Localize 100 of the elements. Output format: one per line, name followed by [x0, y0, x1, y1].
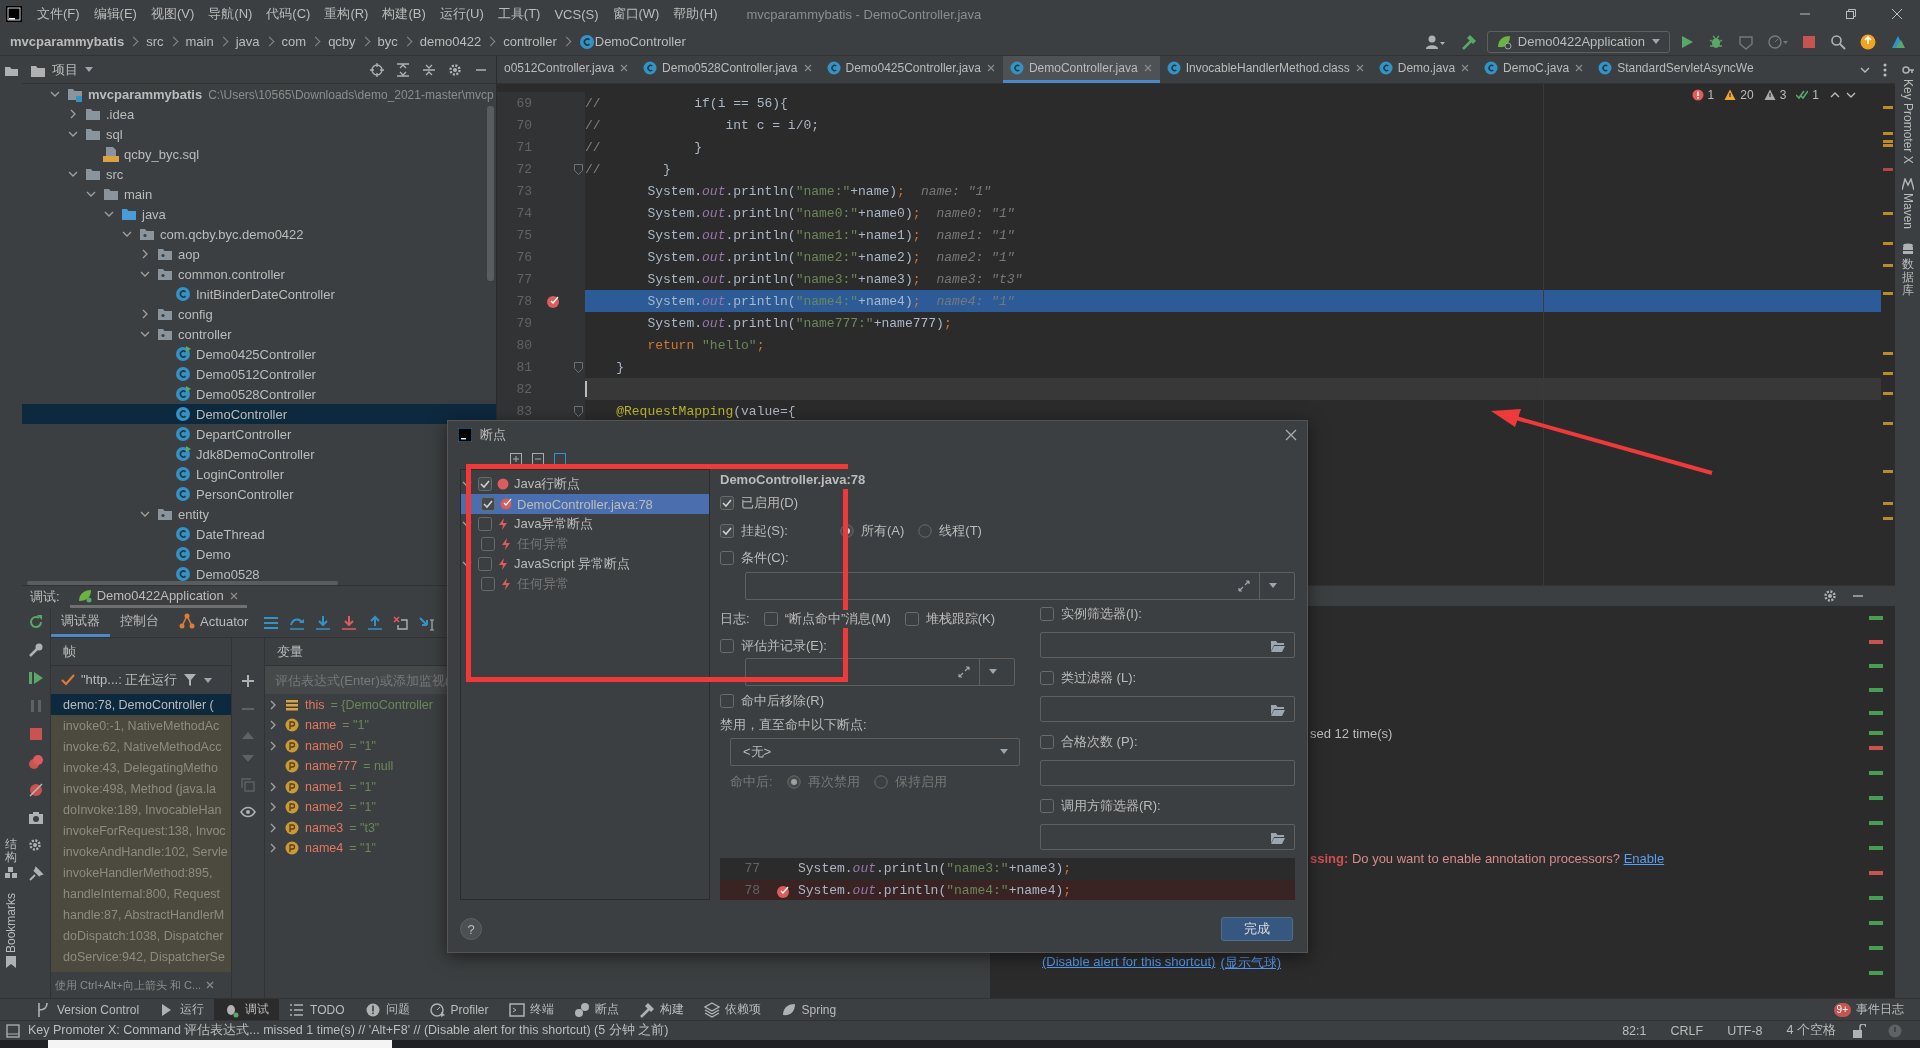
menu-item[interactable]: 编辑(E) [86, 5, 144, 23]
tool-window-tab[interactable]: 调试 [214, 999, 280, 1020]
checkbox-label[interactable]: “断点命中”消息(M) [784, 609, 891, 628]
tree-item[interactable]: DateThread [22, 524, 265, 544]
menu-item[interactable]: 工具(T) [490, 5, 548, 23]
tree-item[interactable]: Demo0528 [22, 564, 260, 584]
event-log-button[interactable]: 9+ 事件日志 [1817, 999, 1920, 1020]
variable-entry[interactable]: name2 = "1" [305, 800, 376, 814]
tree-item[interactable]: entity [22, 504, 210, 524]
tree-item[interactable]: LoginController [22, 464, 285, 484]
checkbox-label[interactable]: 实例筛选器(I): [1061, 604, 1142, 623]
tree-item[interactable]: .idea [22, 104, 135, 124]
tree-item[interactable]: sql [22, 124, 123, 144]
tool-window-tab[interactable]: 依赖项 [693, 999, 771, 1020]
breadcrumb[interactable]: demo0422 [419, 34, 482, 49]
variable-entry[interactable]: name1 = "1" [305, 779, 376, 794]
tool-window-tab[interactable]: 问题 [354, 999, 420, 1020]
status-item[interactable]: CRLF [1662, 1023, 1712, 1038]
checkbox-label[interactable]: 命中后移除(R) [741, 691, 825, 710]
tool-window-tab[interactable]: Profiler [419, 999, 499, 1020]
checkbox-label[interactable]: 评估并记录(E): [741, 636, 827, 655]
tree-item[interactable]: JavaScript 异常断点 [461, 554, 709, 574]
radio-label[interactable]: 所有(A) [861, 521, 905, 540]
breadcrumb[interactable]: mvcparammybatis [10, 34, 125, 49]
breadcrumb[interactable]: java [235, 34, 260, 49]
tool-window-tab[interactable]: 构建 [628, 999, 694, 1020]
tool-window-tab[interactable]: 运行 [149, 999, 215, 1020]
checkbox-label[interactable]: 调用方筛选器(R): [1061, 796, 1161, 815]
tree-item[interactable]: Demo0512Controller [22, 364, 316, 384]
checkbox-label[interactable]: 类过滤器 (L): [1061, 668, 1137, 687]
link[interactable]: (Disable alert for this shortcut) [1042, 954, 1216, 972]
menu-item[interactable]: 导航(N) [201, 5, 260, 23]
link[interactable]: (显示气球) [1220, 954, 1282, 972]
link[interactable]: Enable [1623, 851, 1665, 866]
menu-item[interactable]: 窗口(W) [605, 5, 667, 23]
editor-tab[interactable]: Demo0528Controller.java [636, 56, 820, 83]
thread-dropdown[interactable]: "http...: 正在运行 [51, 666, 231, 694]
breadcrumb[interactable]: main [185, 34, 214, 49]
breadcrumb[interactable]: byc [377, 34, 398, 49]
menu-item[interactable]: VCS(S) [547, 6, 606, 22]
tab[interactable]: 调试器 [51, 608, 110, 637]
checkbox-label[interactable]: 合格次数 (P): [1061, 732, 1138, 751]
done-button[interactable]: 完成 [1221, 917, 1293, 941]
tree-item[interactable]: Java异常断点 [461, 514, 709, 534]
tool-window-button[interactable]: Maven [1900, 192, 1915, 229]
tree-item[interactable]: Jdk8DemoController [22, 444, 315, 464]
tree-item[interactable]: src [22, 164, 124, 184]
breadcrumb[interactable]: src [146, 34, 164, 49]
tree-item[interactable]: DemoController [22, 404, 496, 424]
tool-window-button[interactable]: 数据库 [1901, 257, 1914, 298]
editor-tab[interactable]: Demo.java [1371, 56, 1478, 83]
editor-tab[interactable]: DemoController.java [1002, 56, 1160, 83]
breakpoint-dropdown[interactable]: <无> [730, 737, 1020, 766]
help-button[interactable]: ? [460, 918, 482, 940]
tree-item[interactable]: Demo [22, 544, 231, 564]
status-item[interactable]: UTF-8 [1719, 1023, 1771, 1038]
menu-item[interactable]: 运行(U) [432, 5, 491, 23]
breadcrumb[interactable]: qcby [328, 34, 356, 49]
tree-item[interactable]: controller [22, 324, 232, 344]
menu-item[interactable]: 帮助(H) [666, 5, 725, 23]
menu-item[interactable]: 视图(V) [143, 5, 202, 23]
session-tab[interactable]: Demo0422Application [69, 586, 247, 608]
checkbox-label[interactable]: 条件(C): [741, 549, 789, 568]
checkbox-label[interactable]: 挂起(S): [741, 521, 788, 540]
tree-item[interactable]: main [22, 184, 153, 204]
menu-item[interactable]: 代码(C) [259, 5, 318, 23]
tool-window-tab[interactable]: Spring [770, 999, 847, 1020]
tree-item[interactable]: Demo0425Controller [22, 344, 316, 364]
tree-item[interactable]: PersonController [22, 484, 294, 504]
tree-item[interactable]: DepartController [22, 424, 292, 444]
breadcrumb[interactable]: com [281, 34, 307, 49]
menu-item[interactable]: 构建(B) [375, 5, 433, 23]
radio-label[interactable]: 线程(T) [939, 521, 982, 540]
tree-item[interactable]: com.qcby.byc.demo0422 [22, 224, 304, 244]
tab[interactable]: Actuator [169, 608, 259, 637]
tool-window-tab[interactable]: 断点 [563, 999, 629, 1020]
tool-window-tab[interactable]: TODO [279, 999, 355, 1020]
editor-tab[interactable]: InvocableHandlerMethod.class [1159, 56, 1372, 83]
editor-tab[interactable]: Demo0425Controller.java [819, 56, 1003, 83]
tree-item[interactable]: qcby_byc.sql [22, 144, 200, 164]
project-view-dropdown[interactable]: 项目 [30, 60, 94, 79]
tree-item[interactable]: java [22, 204, 166, 224]
run-configuration-dropdown[interactable]: Demo0422Application [1486, 30, 1670, 53]
tool-window-button[interactable]: Key Promoter X [1900, 79, 1915, 164]
variable-entry[interactable]: name0 = "1" [305, 738, 376, 753]
stack-frame[interactable]: demo:78, DemoController ( [51, 694, 231, 715]
checkbox-label[interactable]: 已启用(D) [741, 494, 799, 512]
tab[interactable]: 控制台 [110, 608, 169, 637]
tree-item[interactable]: Java行断点 [461, 474, 709, 494]
menu-item[interactable]: 重构(R) [317, 5, 376, 23]
tree-item[interactable]: common.controller [22, 264, 285, 284]
status-item[interactable]: 82:1 [1614, 1023, 1655, 1038]
tool-window-button[interactable]: Bookmarks [4, 892, 18, 953]
variable-entry[interactable]: name3 = "t3" [305, 820, 380, 835]
breadcrumb[interactable]: DemoController [594, 34, 686, 49]
tree-item[interactable]: aop [22, 244, 200, 264]
tree-item[interactable]: config [22, 304, 213, 324]
tool-window-tab[interactable]: 终端 [498, 999, 564, 1020]
editor-tab[interactable]: StandardServletAsyncWe [1591, 56, 1761, 83]
variable-entry[interactable]: name = "1" [305, 718, 369, 732]
